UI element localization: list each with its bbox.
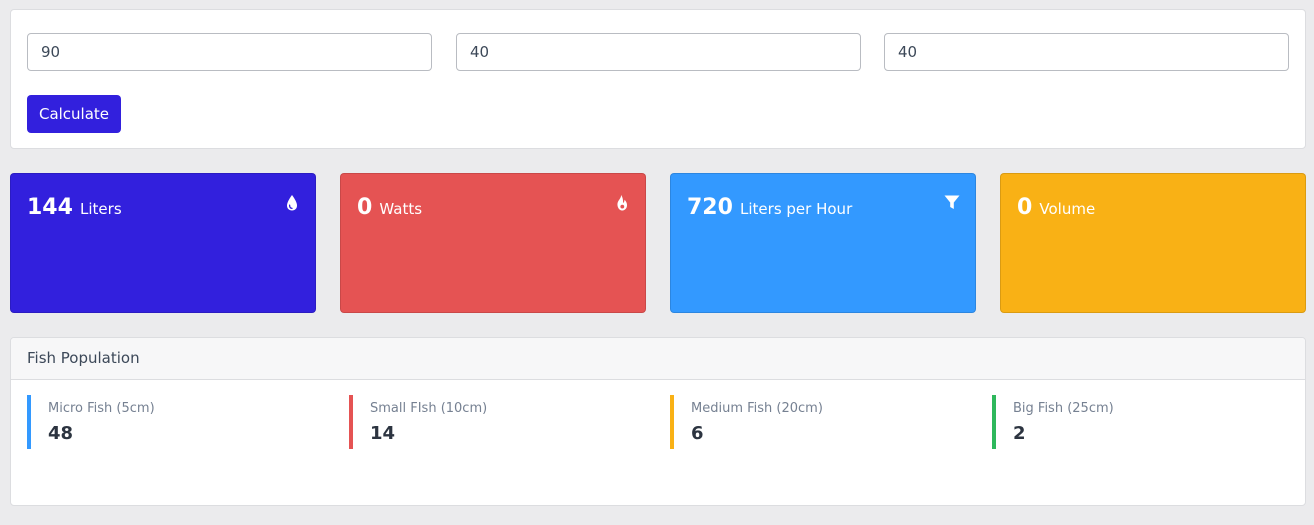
calculate-button[interactable]: Calculate [27, 95, 121, 133]
stat-unit: Liters per Hour [740, 200, 853, 218]
fish-item-micro: Micro Fish (5cm) 48 [27, 395, 155, 449]
fish-count: 2 [1013, 423, 1026, 444]
filter-flow-card: 720 Liters per Hour [670, 173, 976, 313]
fish-label: Medium Fish (20cm) [691, 401, 823, 416]
fish-label: Micro Fish (5cm) [48, 401, 155, 416]
fish-population-card: Fish Population Micro Fish (5cm) 48 Smal… [10, 337, 1306, 506]
stat-value: 720 [687, 195, 733, 220]
fish-item-small: Small FIsh (10cm) 14 [349, 395, 487, 449]
fish-item-medium: Medium Fish (20cm) 6 [670, 395, 823, 449]
volume-liters-card: 144 Liters [10, 173, 316, 313]
stat-unit: Volume [1039, 200, 1096, 218]
stat-value-line: 0 Volume [1017, 195, 1095, 220]
tank-dimensions-card: Calculate [10, 9, 1306, 149]
fire-icon [614, 194, 630, 212]
stat-value: 0 [357, 195, 373, 220]
fish-count: 6 [691, 423, 704, 444]
dimension-input-2[interactable] [456, 33, 861, 71]
heater-watts-card: 0 Watts [340, 173, 646, 313]
stat-value-line: 144 Liters [27, 195, 122, 220]
fish-population-title: Fish Population [11, 338, 1305, 380]
stat-value: 144 [27, 195, 73, 220]
fish-count: 48 [48, 423, 74, 444]
fish-label: Small FIsh (10cm) [370, 401, 488, 416]
stat-unit: Liters [80, 200, 122, 218]
volume-card: 0 Volume [1000, 173, 1306, 313]
dimension-input-3[interactable] [884, 33, 1289, 71]
stat-value-line: 0 Watts [357, 195, 422, 220]
stat-value-line: 720 Liters per Hour [687, 195, 852, 220]
fish-label: Big Fish (25cm) [1013, 401, 1114, 416]
stat-value: 0 [1017, 195, 1033, 220]
water-drop-icon [284, 194, 300, 212]
fish-count: 14 [370, 423, 396, 444]
filter-icon [944, 194, 960, 212]
dimension-input-1[interactable] [27, 33, 432, 71]
fish-item-big: Big Fish (25cm) 2 [992, 395, 1114, 449]
stat-unit: Watts [379, 200, 423, 218]
